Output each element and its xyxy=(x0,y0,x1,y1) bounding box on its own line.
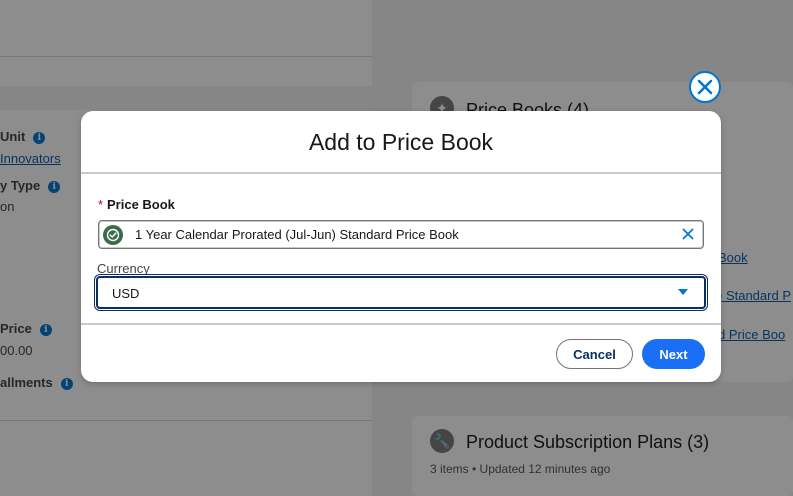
close-icon xyxy=(697,79,713,95)
price-book-icon xyxy=(103,225,123,245)
currency-label: Currency xyxy=(97,261,150,276)
modal-title: Add to Price Book xyxy=(308,129,494,155)
clear-icon[interactable] xyxy=(681,227,695,241)
chevron-down-icon xyxy=(678,289,688,295)
price-book-lookup[interactable]: 1 Year Calendar Prorated (Jul-Jun) Stand… xyxy=(98,220,704,249)
add-to-price-book-modal: Add to Price Book * Price Book 1 Year Ca… xyxy=(81,111,721,382)
footer-divider xyxy=(81,323,721,325)
currency-select[interactable]: USD xyxy=(96,276,706,309)
cancel-button[interactable]: Cancel xyxy=(556,339,633,369)
required-marker: * xyxy=(98,197,104,212)
next-button[interactable]: Next xyxy=(642,339,705,369)
price-book-value: 1 Year Calendar Prorated (Jul-Jun) Stand… xyxy=(135,227,459,242)
currency-value: USD xyxy=(112,286,140,301)
close-button[interactable] xyxy=(689,71,721,103)
modal-header: Add to Price Book xyxy=(81,111,721,174)
price-book-label: Price Book xyxy=(107,197,175,212)
